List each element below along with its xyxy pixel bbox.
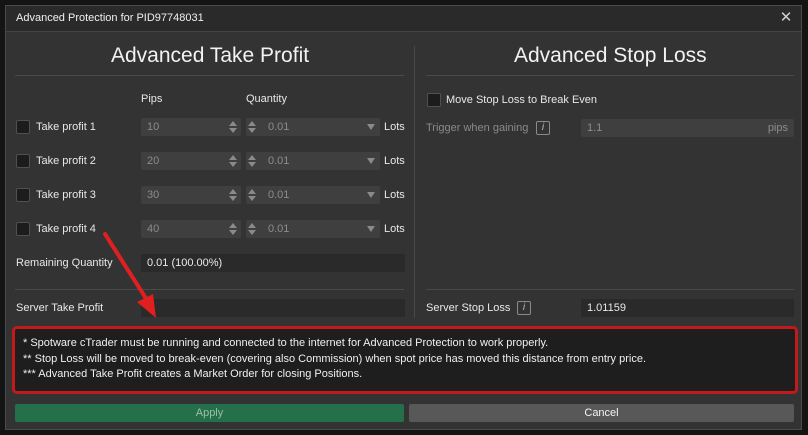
take-profit-2-checkbox[interactable] (16, 154, 30, 168)
apply-button[interactable]: Apply (15, 404, 404, 422)
take-profit-2-pips-input[interactable]: 20 (141, 152, 241, 170)
window-title: Advanced Protection for PID97748031 (16, 12, 204, 24)
pips-spinner-icon[interactable] (229, 121, 237, 133)
server-take-profit-label: Server Take Profit (16, 302, 104, 314)
take-profit-heading: Advanced Take Profit (111, 44, 310, 67)
take-profit-divider (15, 75, 404, 76)
take-profit-1-checkbox[interactable] (16, 120, 30, 134)
note-line: ** Stop Loss will be moved to break-even… (23, 352, 646, 365)
quantity-spinner-icon[interactable] (248, 223, 256, 235)
notes-panel: * Spotware cTrader must be running and c… (12, 326, 798, 394)
take-profit-3-checkbox[interactable] (16, 188, 30, 202)
chevron-down-icon[interactable] (367, 192, 375, 198)
cancel-button[interactable]: Cancel (409, 404, 794, 422)
take-profit-4-checkbox[interactable] (16, 222, 30, 236)
take-profit-4-quantity-select[interactable]: 0.01 (246, 220, 380, 238)
note-line: *** Advanced Take Profit creates a Marke… (23, 368, 363, 380)
chevron-down-icon[interactable] (367, 124, 375, 130)
info-icon[interactable]: i (517, 301, 531, 315)
trigger-gain-input[interactable]: 1.1 pips (581, 119, 794, 137)
trigger-label: Trigger when gaining (426, 122, 529, 134)
take-profit-bottom-divider (15, 289, 404, 290)
take-profit-4-pips-input[interactable]: 40 (141, 220, 241, 238)
remaining-quantity-value: 0.01 (100.00%) (141, 254, 405, 272)
take-profit-3-label: Take profit 3 (36, 189, 96, 201)
close-icon[interactable]: ✕ (777, 9, 795, 27)
server-stop-loss-label: Server Stop Loss (426, 302, 511, 314)
take-profit-1-quantity-select[interactable]: 0.01 (246, 118, 380, 136)
take-profit-2-unit: Lots (384, 155, 405, 167)
pips-column-header: Pips (141, 93, 163, 105)
take-profit-3-pips-input[interactable]: 30 (141, 186, 241, 204)
break-even-checkbox[interactable] (427, 93, 441, 107)
take-profit-3-unit: Lots (384, 189, 405, 201)
info-icon[interactable]: i (536, 121, 550, 135)
quantity-spinner-icon[interactable] (248, 121, 256, 133)
section-divider (414, 46, 415, 318)
pips-unit: pips (767, 122, 788, 134)
take-profit-1-unit: Lots (384, 121, 405, 133)
break-even-label: Move Stop Loss to Break Even (446, 94, 598, 106)
chevron-down-icon[interactable] (367, 226, 375, 232)
take-profit-4-label: Take profit 4 (36, 223, 96, 235)
take-profit-1-pips-input[interactable]: 10 (141, 118, 241, 136)
take-profit-2-quantity-select[interactable]: 0.01 (246, 152, 380, 170)
remaining-quantity-label: Remaining Quantity (16, 257, 113, 269)
stop-loss-divider (426, 75, 794, 76)
take-profit-2-label: Take profit 2 (36, 155, 96, 167)
take-profit-3-quantity-select[interactable]: 0.01 (246, 186, 380, 204)
quantity-spinner-icon[interactable] (248, 189, 256, 201)
pips-spinner-icon[interactable] (229, 189, 237, 201)
server-take-profit-value: - (141, 299, 405, 317)
quantity-spinner-icon[interactable] (248, 155, 256, 167)
pips-spinner-icon[interactable] (229, 155, 237, 167)
chevron-down-icon[interactable] (367, 158, 375, 164)
title-bar: Advanced Protection for PID97748031 ✕ (6, 6, 801, 32)
take-profit-4-unit: Lots (384, 223, 405, 235)
stop-loss-heading: Advanced Stop Loss (514, 44, 707, 67)
note-line: * Spotware cTrader must be running and c… (23, 337, 549, 349)
pips-spinner-icon[interactable] (229, 223, 237, 235)
quantity-column-header: Quantity (246, 93, 287, 105)
stop-loss-bottom-divider (426, 289, 794, 290)
advanced-protection-dialog: Advanced Protection for PID97748031 ✕ Ad… (5, 5, 802, 430)
take-profit-1-label: Take profit 1 (36, 121, 96, 133)
server-stop-loss-value: 1.01159 (581, 299, 794, 317)
